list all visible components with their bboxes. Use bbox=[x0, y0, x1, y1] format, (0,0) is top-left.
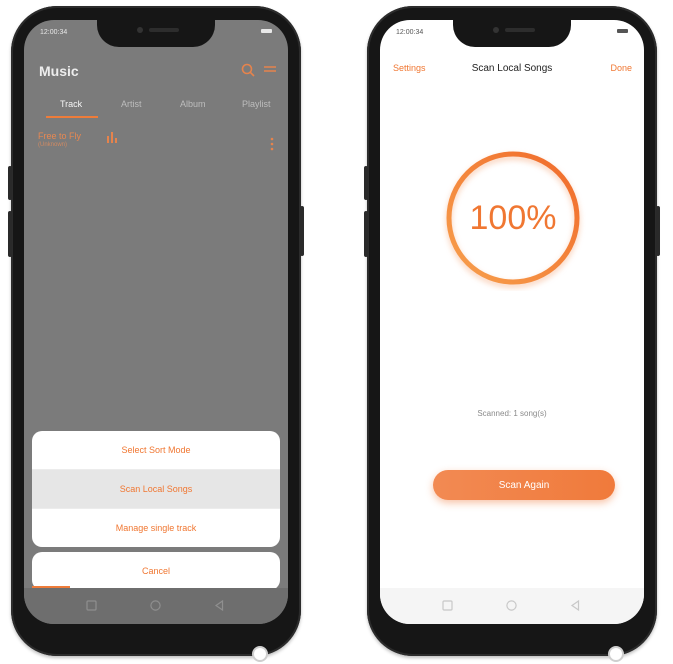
scanned-count: Scanned: 1 song(s) bbox=[477, 409, 547, 418]
scan-local-songs-item[interactable]: Scan Local Songs bbox=[32, 470, 280, 509]
equalizer-icon bbox=[107, 132, 117, 143]
more-icon[interactable] bbox=[262, 62, 278, 78]
power-button bbox=[300, 206, 304, 256]
nav-back-icon[interactable] bbox=[213, 599, 226, 612]
settings-button[interactable]: Settings bbox=[393, 63, 426, 73]
music-screen: 12:00:34 Music Track Artist Album Playli… bbox=[24, 20, 288, 624]
bottom-dot bbox=[252, 646, 268, 662]
status-time: 12:00:34 bbox=[396, 29, 424, 36]
nav-bar bbox=[24, 588, 288, 624]
notch bbox=[97, 20, 215, 47]
nav-recent-icon[interactable] bbox=[441, 599, 454, 612]
volume-button bbox=[8, 211, 12, 257]
right-phone: 12:00:34 Scan Local Songs Settings Done bbox=[364, 6, 660, 662]
progress-ring: 100% bbox=[440, 145, 586, 291]
bottom-dot bbox=[608, 646, 624, 662]
tab-indicator bbox=[46, 116, 98, 118]
track-more-icon[interactable] bbox=[270, 137, 274, 151]
power-button bbox=[656, 206, 660, 256]
track-subtitle: (Unknown) bbox=[38, 142, 68, 148]
volume-button bbox=[364, 211, 368, 257]
tab-playlist[interactable]: Playlist bbox=[242, 99, 271, 109]
battery-icon bbox=[617, 29, 628, 33]
status-time: 12:00:34 bbox=[40, 29, 68, 36]
volume-button bbox=[8, 166, 12, 200]
tab-track[interactable]: Track bbox=[60, 99, 82, 109]
notch bbox=[453, 20, 571, 47]
tab-artist[interactable]: Artist bbox=[121, 99, 142, 109]
nav-home-icon[interactable] bbox=[505, 599, 518, 612]
nav-recent-icon[interactable] bbox=[85, 599, 98, 612]
scan-screen: 12:00:34 Scan Local Songs Settings Done bbox=[380, 20, 644, 624]
scan-again-button[interactable]: Scan Again bbox=[433, 470, 615, 500]
manage-single-track-item[interactable]: Manage single track bbox=[32, 509, 280, 547]
left-phone: 12:00:34 Music Track Artist Album Playli… bbox=[8, 6, 304, 662]
done-button[interactable]: Done bbox=[610, 63, 632, 73]
select-sort-mode-item[interactable]: Select Sort Mode bbox=[32, 431, 280, 470]
nav-bar bbox=[380, 588, 644, 624]
page-title: Music bbox=[39, 63, 79, 79]
search-icon[interactable] bbox=[240, 62, 256, 78]
battery-icon bbox=[261, 29, 272, 33]
cancel-button[interactable]: Cancel bbox=[32, 552, 280, 590]
tab-album[interactable]: Album bbox=[180, 99, 206, 109]
volume-button bbox=[364, 166, 368, 200]
action-sheet: Select Sort Mode Scan Local Songs Manage… bbox=[32, 431, 280, 547]
track-item[interactable]: Free to Fly (Unknown) bbox=[38, 131, 81, 148]
nav-back-icon[interactable] bbox=[569, 599, 582, 612]
nav-home-icon[interactable] bbox=[149, 599, 162, 612]
progress-percent: 100% bbox=[469, 198, 557, 237]
track-title: Free to Fly bbox=[38, 131, 82, 141]
